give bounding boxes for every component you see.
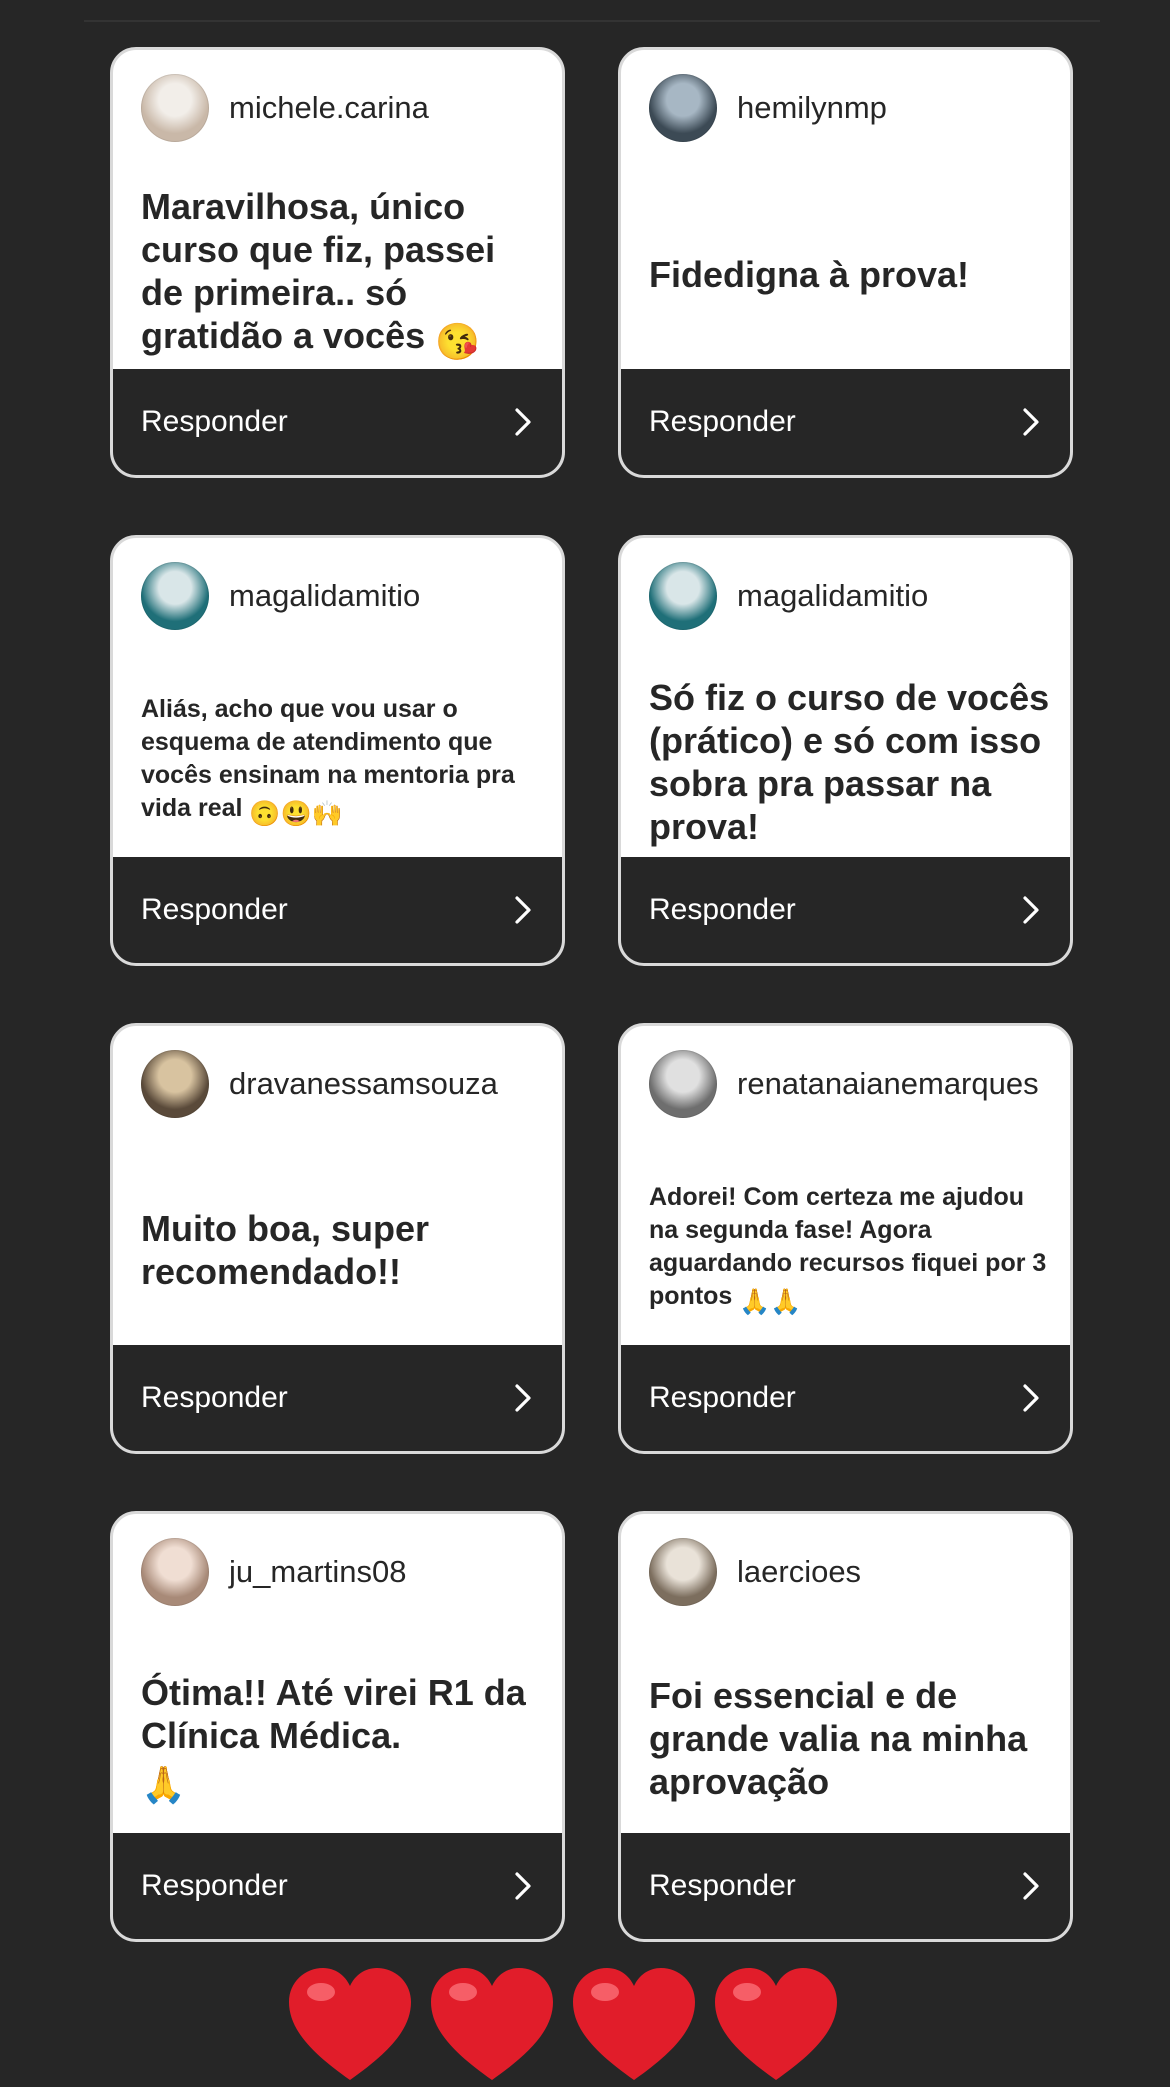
card-header: dravanessamsouza [141, 1050, 498, 1118]
avatar[interactable] [649, 1050, 717, 1118]
reply-button[interactable]: Responder [113, 1833, 562, 1939]
reply-button[interactable]: Responder [621, 857, 1070, 963]
username[interactable]: magalidamitio [229, 578, 420, 614]
heart-icon [431, 1968, 553, 2080]
username[interactable]: renatanaianemarques [737, 1066, 1039, 1102]
reply-label: Responder [649, 1869, 796, 1902]
avatar[interactable] [141, 1050, 209, 1118]
chevron-right-icon [515, 1384, 531, 1412]
avatar[interactable] [649, 74, 717, 142]
heart-icon [715, 1968, 837, 2080]
response-message: Muito boa, super recomendado!! [141, 1208, 429, 1292]
card-body: Fidedigna à prova! [649, 174, 1052, 374]
card-body: Adorei! Com certeza me ajudou na segunda… [649, 1150, 1052, 1350]
response-card: magalidamitio Só fiz o curso de vocês (p… [618, 535, 1073, 966]
card-header: laercioes [649, 1538, 861, 1606]
username[interactable]: dravanessamsouza [229, 1066, 498, 1102]
username[interactable]: ju_martins08 [229, 1554, 406, 1590]
response-card: magalidamitio Aliás, acho que vou usar o… [110, 535, 565, 966]
reply-label: Responder [649, 1381, 796, 1414]
top-divider [84, 20, 1100, 22]
card-body: Só fiz o curso de vocês (prático) e só c… [649, 662, 1052, 862]
reply-label: Responder [141, 1869, 288, 1902]
response-card: hemilynmp Fidedigna à prova! Responder [618, 47, 1073, 478]
card-header: hemilynmp [649, 74, 887, 142]
card-body: Aliás, acho que vou usar o esquema de at… [141, 662, 544, 862]
reply-label: Responder [141, 893, 288, 926]
chevron-right-icon [1023, 896, 1039, 924]
response-card: ju_martins08 Ótima!! Até virei R1 da Clí… [110, 1511, 565, 1942]
response-message: Fidedigna à prova! [649, 253, 970, 295]
chevron-right-icon [1023, 1384, 1039, 1412]
card-body: Maravilhosa, único curso que fiz, passei… [141, 174, 544, 374]
card-header: magalidamitio [141, 562, 420, 630]
username[interactable]: magalidamitio [737, 578, 928, 614]
praying-hands-icon: 🙏🙏 [739, 1288, 802, 1316]
avatar[interactable] [649, 562, 717, 630]
card-body: Ótima!! Até virei R1 da Clínica Médica. 🙏 [141, 1638, 544, 1838]
response-card: laercioes Foi essencial e de grande vali… [618, 1511, 1073, 1942]
chevron-right-icon [515, 408, 531, 436]
emoji-icons: 🙃😃🙌 [249, 800, 343, 828]
card-header: michele.carina [141, 74, 429, 142]
username[interactable]: michele.carina [229, 90, 429, 126]
response-message: Aliás, acho que vou usar o esquema de at… [141, 693, 544, 831]
reply-button[interactable]: Responder [621, 1833, 1070, 1939]
card-body: Muito boa, super recomendado!! [141, 1150, 544, 1350]
response-message: Ótima!! Até virei R1 da Clínica Médica. 🙏 [141, 1671, 526, 1805]
card-header: magalidamitio [649, 562, 928, 630]
response-message: Só fiz o curso de vocês (prático) e só c… [649, 677, 1050, 847]
response-message: Foi essencial e de grande valia na minha… [649, 1674, 1028, 1802]
heart-icon [573, 1968, 695, 2080]
avatar[interactable] [141, 562, 209, 630]
hearts-row [283, 1962, 843, 2087]
reply-label: Responder [649, 405, 796, 438]
reply-label: Responder [141, 1381, 288, 1414]
reply-button[interactable]: Responder [621, 369, 1070, 475]
reply-button[interactable]: Responder [113, 369, 562, 475]
username[interactable]: hemilynmp [737, 90, 887, 126]
chevron-right-icon [1023, 1872, 1039, 1900]
reply-label: Responder [649, 893, 796, 926]
reply-button[interactable]: Responder [113, 1345, 562, 1451]
avatar[interactable] [141, 74, 209, 142]
kiss-emoji-icon: 😘 [435, 321, 480, 362]
card-header: ju_martins08 [141, 1538, 406, 1606]
reply-label: Responder [141, 405, 288, 438]
card-header: renatanaianemarques [649, 1050, 1039, 1118]
card-body: Foi essencial e de grande valia na minha… [649, 1638, 1052, 1838]
reply-button[interactable]: Responder [621, 1345, 1070, 1451]
chevron-right-icon [515, 896, 531, 924]
reply-button[interactable]: Responder [113, 857, 562, 963]
chevron-right-icon [515, 1872, 531, 1900]
avatar[interactable] [649, 1538, 717, 1606]
responses-grid: michele.carina Maravilhosa, único curso … [110, 47, 1073, 1942]
response-card: renatanaianemarques Adorei! Com certeza … [618, 1023, 1073, 1454]
response-card: michele.carina Maravilhosa, único curso … [110, 47, 565, 478]
response-message: Maravilhosa, único curso que fiz, passei… [141, 186, 496, 362]
chevron-right-icon [1023, 408, 1039, 436]
response-message: Adorei! Com certeza me ajudou na segunda… [649, 1181, 1052, 1319]
heart-icon [289, 1968, 411, 2080]
praying-hands-icon: 🙏 [141, 1763, 186, 1805]
avatar[interactable] [141, 1538, 209, 1606]
username[interactable]: laercioes [737, 1554, 861, 1590]
response-card: dravanessamsouza Muito boa, super recome… [110, 1023, 565, 1454]
